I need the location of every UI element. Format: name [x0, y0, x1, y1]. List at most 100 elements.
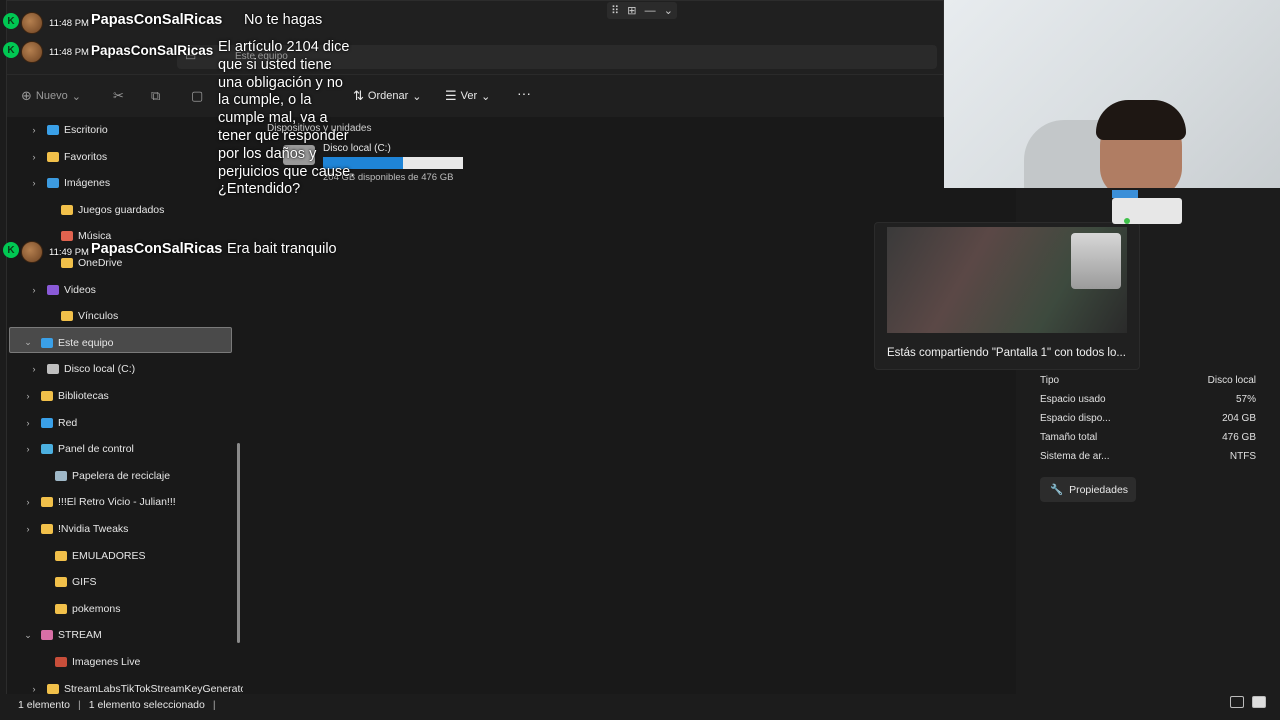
- tiles-view-icon[interactable]: [1252, 696, 1266, 708]
- desktop-icon: [47, 125, 59, 135]
- sidebar-item-label: Escritorio: [64, 124, 108, 136]
- properties-button[interactable]: 🔧 Propiedades: [1040, 477, 1136, 502]
- chevron-right-icon[interactable]: ›: [27, 285, 41, 295]
- sidebar-item[interactable]: › Red: [21, 410, 78, 436]
- detail-value: Disco local: [1207, 375, 1256, 386]
- snap-layout-icon[interactable]: ⊞: [627, 4, 636, 17]
- chat-timestamp: 11:48 PM: [49, 18, 89, 29]
- sidebar-item[interactable]: ⌄ STREAM: [21, 622, 102, 648]
- folder-icon: [47, 683, 59, 694]
- details-view-icon[interactable]: [1230, 696, 1244, 708]
- sidebar-item[interactable]: pokemons: [35, 596, 120, 622]
- detail-value: NTFS: [1229, 451, 1256, 462]
- snap-layout-bar[interactable]: ⠿ ⊞ — ⌄: [607, 2, 677, 19]
- sidebar-item-label: EMULADORES: [72, 549, 146, 562]
- sidebar-item-label: Imagenes Live: [72, 656, 141, 668]
- detail-value: 204 GB: [1222, 413, 1256, 424]
- sidebar-item[interactable]: › !!!El Retro Vicio - Julian!!!: [21, 489, 176, 515]
- status-bar: 1 elemento | 1 elemento seleccionado |: [6, 694, 1270, 716]
- copy-button[interactable]: ⧉: [151, 88, 160, 104]
- sidebar-item[interactable]: › Panel de control: [21, 436, 134, 462]
- sidebar-item[interactable]: › Videos: [27, 277, 96, 303]
- sidebar-item[interactable]: › Favoritos: [27, 144, 108, 170]
- chevron-right-icon[interactable]: ›: [21, 444, 35, 454]
- folder-icon: [47, 151, 59, 162]
- chat-username: PapasConSalRicas: [91, 241, 223, 257]
- snap-grid-icon[interactable]: ⠿: [611, 4, 619, 17]
- new-button-label: Nuevo: [35, 90, 68, 102]
- detail-label: Espacio usado: [1040, 394, 1106, 405]
- cut-button[interactable]: ✂: [113, 88, 124, 104]
- chevron-right-icon[interactable]: ›: [27, 364, 41, 374]
- webcam-person-hair: [1096, 100, 1186, 140]
- sidebar-item[interactable]: Juegos guardados: [41, 197, 164, 223]
- chat-timestamp: 11:49 PM: [49, 247, 89, 258]
- folder-icon: [55, 550, 67, 561]
- computer-icon: [1112, 190, 1182, 224]
- sort-button-label: Ordenar: [367, 90, 409, 102]
- new-button[interactable]: ⊕ Nuevo ⌄: [21, 88, 81, 104]
- chevron-down-icon[interactable]: ⌄: [21, 630, 35, 641]
- detail-row: Espacio usado 57%: [1040, 394, 1256, 405]
- sidebar-item[interactable]: › StreamLabsTikTokStreamKeyGenerato: [27, 676, 244, 695]
- chevron-down-icon[interactable]: ⌄: [664, 4, 673, 17]
- chevron-right-icon[interactable]: ›: [21, 524, 35, 534]
- sidebar-item-label: Disco local (C:): [64, 363, 136, 376]
- chevron-right-icon[interactable]: ›: [27, 125, 41, 135]
- chevron-down-icon: ⌄: [481, 90, 491, 103]
- sidebar-item-label: !!!El Retro Vicio - Julian!!!: [58, 496, 176, 509]
- sidebar-item[interactable]: Papelera de reciclaje: [35, 463, 170, 489]
- sidebar-item-label: Este equipo: [58, 336, 114, 349]
- sidebar-item[interactable]: GIFS: [35, 569, 97, 595]
- view-button[interactable]: ☰ Ver ⌄: [445, 88, 490, 104]
- chevron-right-icon[interactable]: ›: [27, 178, 41, 188]
- avatar: [21, 12, 43, 34]
- detail-label: Espacio dispo...: [1040, 413, 1111, 424]
- paste-button[interactable]: ▢: [191, 88, 203, 104]
- sidebar-item-label: StreamLabsTikTokStreamKeyGenerato: [64, 682, 243, 695]
- folder-icon: [55, 577, 67, 588]
- wrench-icon: 🔧: [1050, 484, 1064, 496]
- chat-message: K 11:48 PM PapasConSalRicas No te hagas: [3, 12, 322, 34]
- sidebar-item[interactable]: › Bibliotecas: [21, 383, 109, 409]
- sidebar-item[interactable]: EMULADORES: [35, 543, 146, 569]
- folder-icon: [41, 391, 53, 401]
- detail-label: Sistema de ar...: [1040, 451, 1110, 462]
- sidebar-item-label: Bibliotecas: [58, 390, 109, 402]
- drive-icon: [47, 364, 59, 375]
- screen-share-notice: Estás compartiendo "Pantalla 1" con todo…: [874, 222, 1140, 370]
- status-separator: |: [77, 699, 81, 711]
- content-pane: Dispositivos y unidades Disco local (C:)…: [247, 117, 1023, 695]
- more-options-button[interactable]: ···: [517, 85, 531, 101]
- kick-badge-icon: K: [3, 242, 19, 258]
- sidebar-item[interactable]: › Disco local (C:): [27, 356, 136, 382]
- sidebar-item-label: Panel de control: [58, 443, 134, 456]
- sidebar-item[interactable]: › Imágenes: [27, 170, 111, 196]
- pictures-icon: [47, 178, 59, 189]
- sidebar-scrollbar[interactable]: [237, 443, 240, 643]
- share-notice-text: Estás compartiendo "Pantalla 1" con todo…: [887, 347, 1126, 359]
- view-icon: ☰: [445, 88, 457, 103]
- sidebar-item-label: pokemons: [72, 602, 121, 615]
- chevron-right-icon[interactable]: ›: [27, 152, 41, 162]
- sidebar-item-label: !Nvidia Tweaks: [58, 523, 129, 535]
- sidebar-item-label: Juegos guardados: [78, 203, 165, 216]
- sort-button[interactable]: ⇅ Ordenar ⌄: [353, 88, 421, 104]
- sidebar-item[interactable]: ⌄ Este equipo: [21, 330, 113, 356]
- chevron-right-icon[interactable]: ›: [21, 391, 35, 401]
- sidebar-item[interactable]: › Escritorio: [27, 117, 108, 143]
- share-preview-thumbnail: [887, 227, 1127, 333]
- avatar: [21, 41, 43, 63]
- music-icon: [61, 231, 73, 242]
- chat-text: Era bait tranquilo: [227, 241, 337, 257]
- chevron-right-icon[interactable]: ›: [21, 418, 35, 428]
- minimize-icon[interactable]: —: [645, 5, 656, 17]
- plus-icon: ⊕: [21, 88, 32, 103]
- sidebar-item[interactable]: Imagenes Live: [35, 649, 140, 675]
- sidebar-item[interactable]: Vínculos: [41, 303, 118, 329]
- chevron-right-icon[interactable]: ›: [27, 684, 41, 694]
- folder-icon: [41, 524, 53, 534]
- chevron-down-icon[interactable]: ⌄: [21, 337, 35, 348]
- sidebar-item[interactable]: › !Nvidia Tweaks: [21, 516, 129, 542]
- chevron-right-icon[interactable]: ›: [21, 497, 35, 507]
